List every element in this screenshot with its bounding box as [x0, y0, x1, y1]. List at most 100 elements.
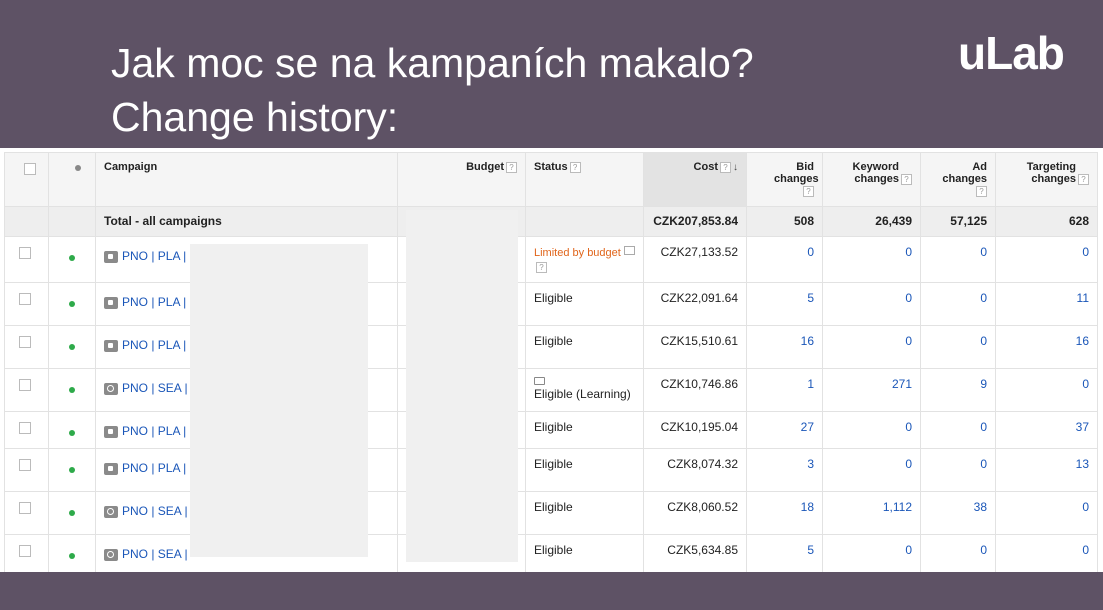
keyword-changes-cell[interactable]: 0: [822, 411, 921, 449]
row-dot-cell[interactable]: [48, 325, 96, 369]
row-dot-cell[interactable]: [48, 491, 96, 535]
bid-changes-cell[interactable]: 5: [746, 282, 823, 326]
row-dot-cell[interactable]: [48, 448, 96, 492]
header-campaign[interactable]: Campaign: [95, 152, 398, 207]
help-icon[interactable]: ?: [569, 161, 581, 173]
targeting-changes-cell[interactable]: 0: [995, 236, 1098, 283]
help-icon[interactable]: ?: [536, 262, 547, 274]
campaign-link[interactable]: PNO | PLA |: [122, 338, 186, 352]
campaign-link[interactable]: PNO | SEA |: [122, 504, 188, 518]
targeting-changes-cell[interactable]: 0: [995, 491, 1098, 535]
row-dot-cell[interactable]: [48, 411, 96, 449]
comment-icon[interactable]: [534, 377, 545, 385]
enabled-status-dot-icon[interactable]: [69, 510, 75, 516]
keyword-changes-cell[interactable]: 0: [822, 325, 921, 369]
row-select-cell[interactable]: [4, 325, 49, 369]
row-select-cell[interactable]: [4, 534, 49, 572]
header-bid-changes[interactable]: Bid changes?: [746, 152, 823, 207]
header-select-all[interactable]: [4, 152, 49, 207]
row-dot-cell[interactable]: [48, 368, 96, 412]
ad-changes-cell[interactable]: 0: [920, 282, 996, 326]
ad-changes-cell[interactable]: 0: [920, 325, 996, 369]
bid-changes-cell[interactable]: 1: [746, 368, 823, 412]
campaign-link[interactable]: PNO | PLA |: [122, 295, 186, 309]
row-select-cell[interactable]: [4, 448, 49, 492]
bid-changes-cell[interactable]: 5: [746, 534, 823, 572]
table-row[interactable]: PNO | SEA | Eligible CZK5,634.85 5 0 0 0: [4, 534, 1098, 572]
row-select-cell[interactable]: [4, 411, 49, 449]
row-checkbox[interactable]: [19, 336, 31, 348]
campaign-link[interactable]: PNO | PLA |: [122, 424, 186, 438]
row-select-cell[interactable]: [4, 368, 49, 412]
campaign-link[interactable]: PNO | PLA |: [122, 461, 186, 475]
keyword-changes-cell[interactable]: 0: [822, 282, 921, 326]
bar-chart-icon[interactable]: [624, 246, 635, 255]
keyword-changes-cell[interactable]: 0: [822, 236, 921, 283]
targeting-changes-cell[interactable]: 37: [995, 411, 1098, 449]
bid-changes-cell[interactable]: 3: [746, 448, 823, 492]
row-checkbox[interactable]: [19, 422, 31, 434]
targeting-changes-cell[interactable]: 0: [995, 534, 1098, 572]
row-checkbox[interactable]: [19, 247, 31, 259]
bid-changes-cell[interactable]: 16: [746, 325, 823, 369]
table-row[interactable]: PNO | SEA | Eligible (Learning) CZK10,746.…: [4, 368, 1098, 412]
row-checkbox[interactable]: [19, 293, 31, 305]
enabled-status-dot-icon[interactable]: [69, 387, 75, 393]
ad-changes-cell[interactable]: 0: [920, 448, 996, 492]
status-text[interactable]: Limited by budget: [534, 247, 621, 259]
enabled-status-dot-icon[interactable]: [69, 255, 75, 261]
header-budget[interactable]: Budget?: [397, 152, 526, 207]
enabled-status-dot-icon[interactable]: [69, 553, 75, 559]
enabled-status-dot-icon[interactable]: [69, 344, 75, 350]
keyword-changes-cell[interactable]: 0: [822, 534, 921, 572]
row-checkbox[interactable]: [19, 545, 31, 557]
help-icon[interactable]: ?: [803, 185, 814, 197]
row-dot-cell[interactable]: [48, 282, 96, 326]
ad-changes-cell[interactable]: 38: [920, 491, 996, 535]
campaign-link[interactable]: PNO | PLA |: [122, 249, 186, 263]
row-checkbox[interactable]: [19, 502, 31, 514]
targeting-changes-cell[interactable]: 11: [995, 282, 1098, 326]
targeting-changes-cell[interactable]: 16: [995, 325, 1098, 369]
row-dot-cell[interactable]: [48, 236, 96, 283]
row-select-cell[interactable]: [4, 491, 49, 535]
enabled-status-dot-icon[interactable]: [69, 430, 75, 436]
targeting-changes-cell[interactable]: 13: [995, 448, 1098, 492]
keyword-changes-cell[interactable]: 1,112: [822, 491, 921, 535]
enabled-status-dot-icon[interactable]: [69, 467, 75, 473]
select-all-checkbox[interactable]: [23, 163, 36, 175]
bid-changes-cell[interactable]: 18: [746, 491, 823, 535]
row-checkbox[interactable]: [19, 379, 31, 391]
keyword-changes-cell[interactable]: 271: [822, 368, 921, 412]
help-icon[interactable]: ?: [976, 185, 987, 197]
row-checkbox[interactable]: [19, 459, 31, 471]
header-keyword-changes[interactable]: Keyword changes?: [822, 152, 921, 207]
help-icon[interactable]: ?: [901, 173, 912, 185]
ad-changes-cell[interactable]: 9: [920, 368, 996, 412]
keyword-changes-cell[interactable]: 0: [822, 448, 921, 492]
ad-changes-cell[interactable]: 0: [920, 236, 996, 283]
ad-changes-cell[interactable]: 0: [920, 411, 996, 449]
row-select-cell[interactable]: [4, 282, 49, 326]
row-select-cell[interactable]: [4, 236, 49, 283]
enabled-status-dot-icon[interactable]: [69, 301, 75, 307]
help-icon[interactable]: ?: [506, 161, 517, 173]
targeting-changes-cell[interactable]: 0: [995, 368, 1098, 412]
table-row[interactable]: PNO | PLA | Limited by budget ? CZK27,133.…: [4, 236, 1098, 283]
bid-changes-cell[interactable]: 27: [746, 411, 823, 449]
row-dot-cell[interactable]: [48, 534, 96, 572]
campaign-link[interactable]: PNO | SEA |: [122, 547, 188, 561]
header-targeting-changes[interactable]: Targeting changes?: [995, 152, 1098, 207]
help-icon[interactable]: ?: [720, 161, 731, 173]
table-row[interactable]: PNO | PLA | Eligible CZK10,195.04 27 0 0 37: [4, 411, 1098, 449]
ad-changes-cell[interactable]: 0: [920, 534, 996, 572]
table-row[interactable]: PNO | PLA | Eligible CZK15,510.61 16 0 0 16: [4, 325, 1098, 369]
table-row[interactable]: PNO | SEA | Eligible CZK8,060.52 18 1,112 38 0: [4, 491, 1098, 535]
table-row[interactable]: PNO | PLA | Eligible CZK8,074.32 3 0 0 13: [4, 448, 1098, 492]
table-row[interactable]: PNO | PLA | Eligible CZK22,091.64 5 0 0 11: [4, 282, 1098, 326]
header-cost[interactable]: Cost? ↓: [643, 152, 747, 207]
campaign-link[interactable]: PNO | SEA |: [122, 381, 188, 395]
header-ad-changes[interactable]: Ad changes?: [920, 152, 996, 207]
help-icon[interactable]: ?: [1078, 173, 1089, 185]
bid-changes-cell[interactable]: 0: [746, 236, 823, 283]
